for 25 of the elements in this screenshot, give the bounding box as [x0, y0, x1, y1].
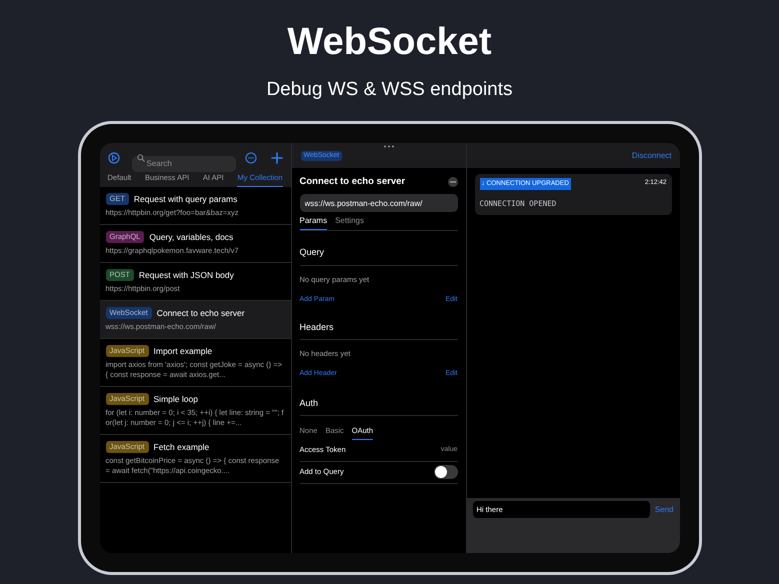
item-title: Query, variables, docs: [149, 232, 234, 242]
section-title: Query: [300, 246, 458, 266]
request-tab[interactable]: Settings: [335, 215, 364, 230]
search-field[interactable]: Search: [132, 156, 236, 172]
request-title: Connect to echo server: [300, 175, 406, 189]
more-icon[interactable]: [448, 177, 458, 188]
search-icon: [136, 154, 144, 162]
disconnect-button[interactable]: Disconnect: [632, 150, 672, 162]
hero-title: WebSocket: [287, 20, 492, 64]
item-title: Request with JSON body: [138, 270, 234, 280]
section-title: Auth: [300, 396, 458, 416]
item-title: Import example: [154, 346, 212, 356]
hero-subtitle: Debug WS & WSS endpoints: [266, 78, 513, 102]
toggle-switch[interactable]: [434, 465, 458, 479]
url-field[interactable]: wss://ws.postman-echo.com/raw/: [300, 194, 458, 212]
item-title: Simple loop: [154, 394, 198, 404]
item-title: Connect to echo server: [156, 308, 245, 318]
grabber-icon[interactable]: [382, 145, 394, 148]
item-title: Request with query params: [134, 194, 238, 204]
add-icon[interactable]: [270, 152, 282, 164]
item-title: Fetch example: [154, 442, 210, 452]
request-tab[interactable]: Params: [300, 215, 328, 230]
send-button[interactable]: Send: [654, 501, 674, 518]
section-title: Headers: [300, 320, 458, 340]
play-circle-icon[interactable]: [108, 152, 120, 164]
